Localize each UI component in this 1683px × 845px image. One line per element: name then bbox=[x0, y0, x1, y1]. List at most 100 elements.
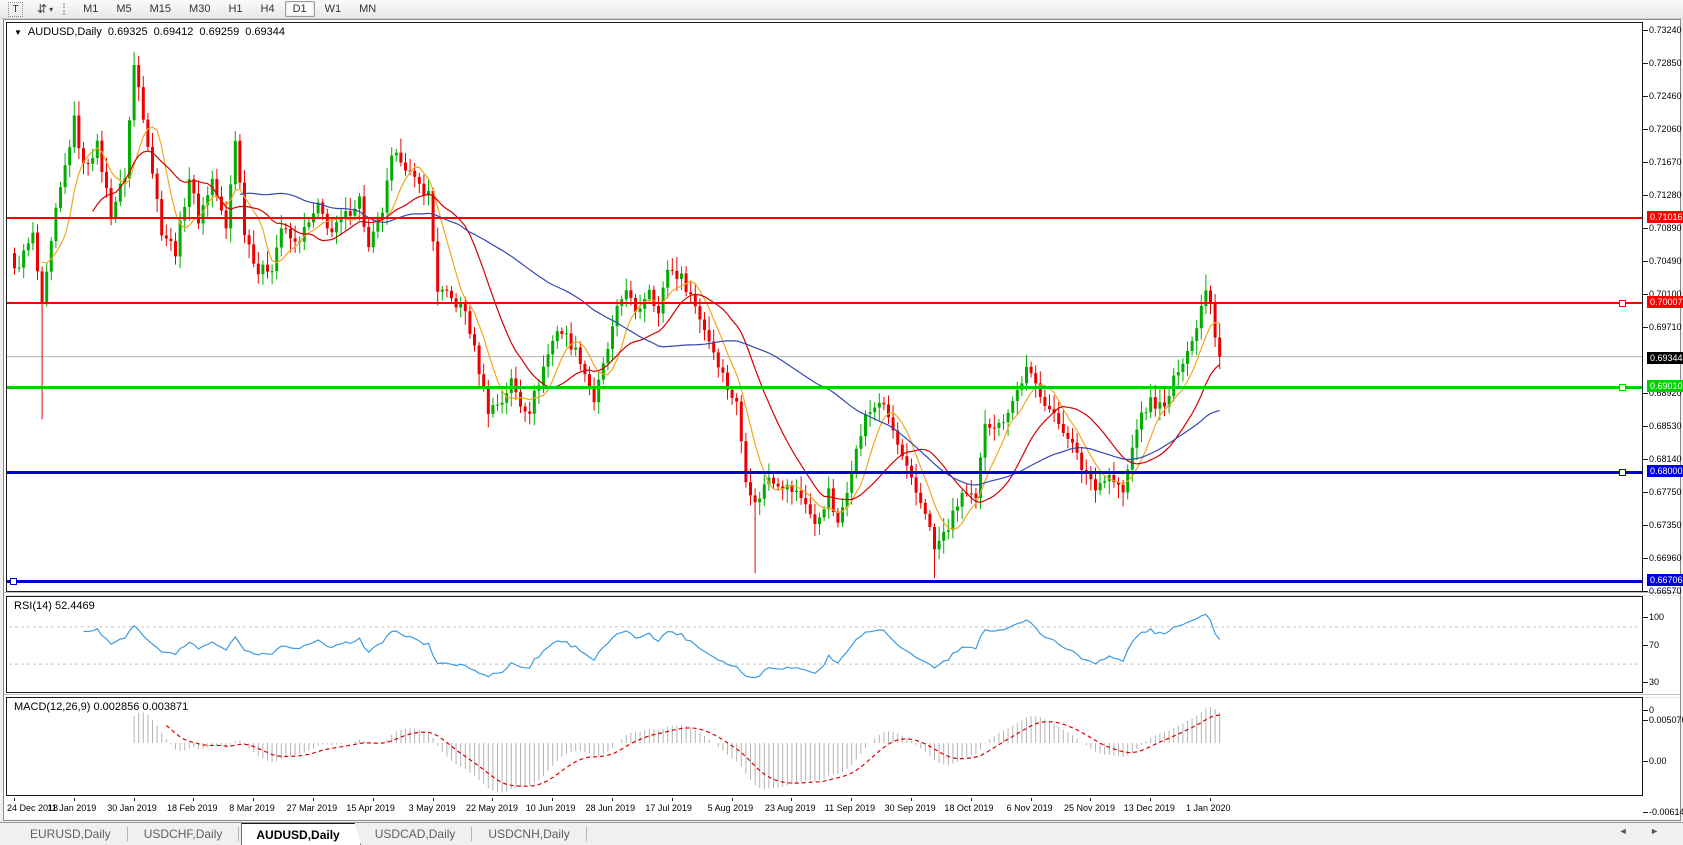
axis-tick bbox=[1643, 327, 1648, 328]
level-line-0.70007[interactable] bbox=[7, 302, 1642, 304]
level-price-label: 0.68000 bbox=[1647, 465, 1683, 477]
price-tick-label: 0.70490 bbox=[1649, 256, 1683, 266]
chart-tab-eurusd[interactable]: EURUSD,Daily bbox=[16, 823, 125, 845]
axis-tick bbox=[1643, 525, 1648, 526]
timeframe-button-m1[interactable]: M1 bbox=[75, 1, 106, 17]
price-tick-label: 0.68140 bbox=[1649, 454, 1683, 464]
date-label: 8 Mar 2019 bbox=[229, 803, 275, 813]
chart-tab-usdcnh[interactable]: USDCNH,Daily bbox=[474, 823, 583, 845]
level-drag-handle[interactable] bbox=[1619, 469, 1626, 476]
date-label: 28 Jun 2019 bbox=[586, 803, 636, 813]
chart-tab-usdcad[interactable]: USDCAD,Daily bbox=[361, 823, 470, 845]
price-tick-label: 0.73240 bbox=[1649, 25, 1683, 35]
date-tick bbox=[612, 798, 613, 801]
macd-panel[interactable]: MACD(12,26,9) 0.002856 0.003871 bbox=[6, 697, 1643, 796]
price-tick-label: 0.71670 bbox=[1649, 157, 1683, 167]
toolbar-grip bbox=[63, 3, 68, 15]
timeframe-button-h1[interactable]: H1 bbox=[220, 1, 250, 17]
chart-tab-audusd[interactable]: AUDUSD,Daily bbox=[241, 823, 360, 845]
date-tick bbox=[552, 798, 553, 801]
tab-separator bbox=[471, 827, 472, 841]
symbol-period-label: AUDUSD,Daily bbox=[28, 26, 102, 38]
level-line-0.71016[interactable] bbox=[7, 217, 1642, 219]
level-drag-handle[interactable] bbox=[10, 578, 17, 585]
axis-tick bbox=[1643, 162, 1648, 163]
axis-tick bbox=[1643, 812, 1648, 813]
date-label: 5 Aug 2019 bbox=[708, 803, 754, 813]
level-price-label: 0.66706 bbox=[1647, 574, 1683, 586]
level-drag-handle[interactable] bbox=[1619, 300, 1626, 307]
price-tick-label: 0.72460 bbox=[1649, 91, 1683, 101]
tab-separator bbox=[127, 827, 128, 841]
date-label: 6 Nov 2019 bbox=[1007, 803, 1053, 813]
tab-scroll-arrows[interactable]: ◄ ► bbox=[1619, 826, 1669, 836]
collapse-triangle-icon[interactable]: ▼ bbox=[14, 28, 22, 37]
price-tick-label: 0.66960 bbox=[1649, 553, 1683, 563]
date-label: 22 May 2019 bbox=[466, 803, 518, 813]
timeframe-button-m5[interactable]: M5 bbox=[108, 1, 139, 17]
timeframe-button-mn[interactable]: MN bbox=[351, 1, 384, 17]
axis-tick bbox=[1643, 129, 1648, 130]
date-tick bbox=[1210, 798, 1211, 801]
time-axis: 24 Dec 201811 Jan 201930 Jan 201918 Feb … bbox=[6, 798, 1643, 820]
date-label: 25 Nov 2019 bbox=[1064, 803, 1115, 813]
rsi-panel[interactable]: RSI(14) 52.4469 bbox=[6, 596, 1643, 693]
date-tick bbox=[1150, 798, 1151, 801]
price-tick-label: -0.006148 bbox=[1649, 807, 1683, 817]
chart-tab-bar: EURUSD,DailyUSDCHF,DailyAUDUSD,DailyUSDC… bbox=[0, 822, 1683, 845]
level-drag-handle[interactable] bbox=[1619, 384, 1626, 391]
ohlc-low: 0.69259 bbox=[199, 26, 239, 38]
price-tick-label: 0.67750 bbox=[1649, 487, 1683, 497]
price-tick-label: 30 bbox=[1649, 677, 1683, 687]
chart-window: ▼ AUDUSD,Daily 0.69325 0.69412 0.69259 0… bbox=[3, 19, 1681, 821]
price-tick-label: 0.68530 bbox=[1649, 421, 1683, 431]
candlestick-chart[interactable] bbox=[7, 23, 1642, 591]
price-tick-label: 0.005076 bbox=[1649, 715, 1683, 725]
ma-fast-line bbox=[42, 127, 1220, 529]
axis-tick bbox=[1643, 492, 1648, 493]
axis-tick bbox=[1643, 30, 1648, 31]
axis-tick bbox=[1643, 761, 1648, 762]
text-tool-button[interactable]: T bbox=[8, 2, 23, 17]
axis-tick bbox=[1643, 63, 1648, 64]
date-tick bbox=[433, 798, 434, 801]
ma-mid-line bbox=[93, 151, 1220, 502]
date-tick bbox=[672, 798, 673, 801]
level-price-label: 0.69010 bbox=[1647, 380, 1683, 392]
level-line-0.68000[interactable] bbox=[7, 471, 1642, 474]
date-tick bbox=[253, 798, 254, 801]
date-tick bbox=[732, 798, 733, 801]
date-tick bbox=[134, 798, 135, 801]
date-tick bbox=[911, 798, 912, 801]
tab-separator bbox=[586, 827, 587, 841]
main-chart-area[interactable]: ▼ AUDUSD,Daily 0.69325 0.69412 0.69259 0… bbox=[6, 22, 1643, 592]
macd-chart[interactable] bbox=[7, 698, 1642, 795]
level-price-label: 0.70007 bbox=[1647, 296, 1683, 308]
date-label: 3 May 2019 bbox=[409, 803, 456, 813]
swap-arrows-icon[interactable]: ⇵ bbox=[37, 2, 47, 16]
axis-tick bbox=[1643, 426, 1648, 427]
current-price-label: 0.69344 bbox=[1647, 352, 1683, 364]
axis-tick bbox=[1643, 294, 1648, 295]
timeframe-button-m30[interactable]: M30 bbox=[181, 1, 218, 17]
price-tick-label: 0.67350 bbox=[1649, 520, 1683, 530]
chart-tab-usdchf[interactable]: USDCHF,Daily bbox=[130, 823, 237, 845]
macd-label: MACD(12,26,9) 0.002856 0.003871 bbox=[14, 701, 188, 713]
timeframe-button-w1[interactable]: W1 bbox=[317, 1, 350, 17]
level-price-label: 0.71016 bbox=[1647, 211, 1683, 223]
axis-tick bbox=[1643, 645, 1648, 646]
level-line-0.66706[interactable] bbox=[7, 580, 1642, 583]
date-label: 27 Mar 2019 bbox=[287, 803, 338, 813]
timeframe-buttons: M1M5M15M30H1H4D1W1MN bbox=[74, 1, 385, 17]
timeframe-button-m15[interactable]: M15 bbox=[142, 1, 179, 17]
axis-tick bbox=[1643, 710, 1648, 711]
dropdown-caret-icon[interactable]: ▾ bbox=[49, 5, 53, 14]
axis-tick bbox=[1643, 195, 1648, 196]
timeframe-button-h4[interactable]: H4 bbox=[253, 1, 283, 17]
date-label: 18 Oct 2019 bbox=[944, 803, 993, 813]
date-label: 13 Dec 2019 bbox=[1124, 803, 1175, 813]
price-tick-label: 0.72060 bbox=[1649, 124, 1683, 134]
timeframe-button-d1[interactable]: D1 bbox=[285, 1, 315, 17]
level-line-0.69010[interactable] bbox=[7, 386, 1642, 389]
rsi-chart[interactable] bbox=[7, 597, 1642, 692]
